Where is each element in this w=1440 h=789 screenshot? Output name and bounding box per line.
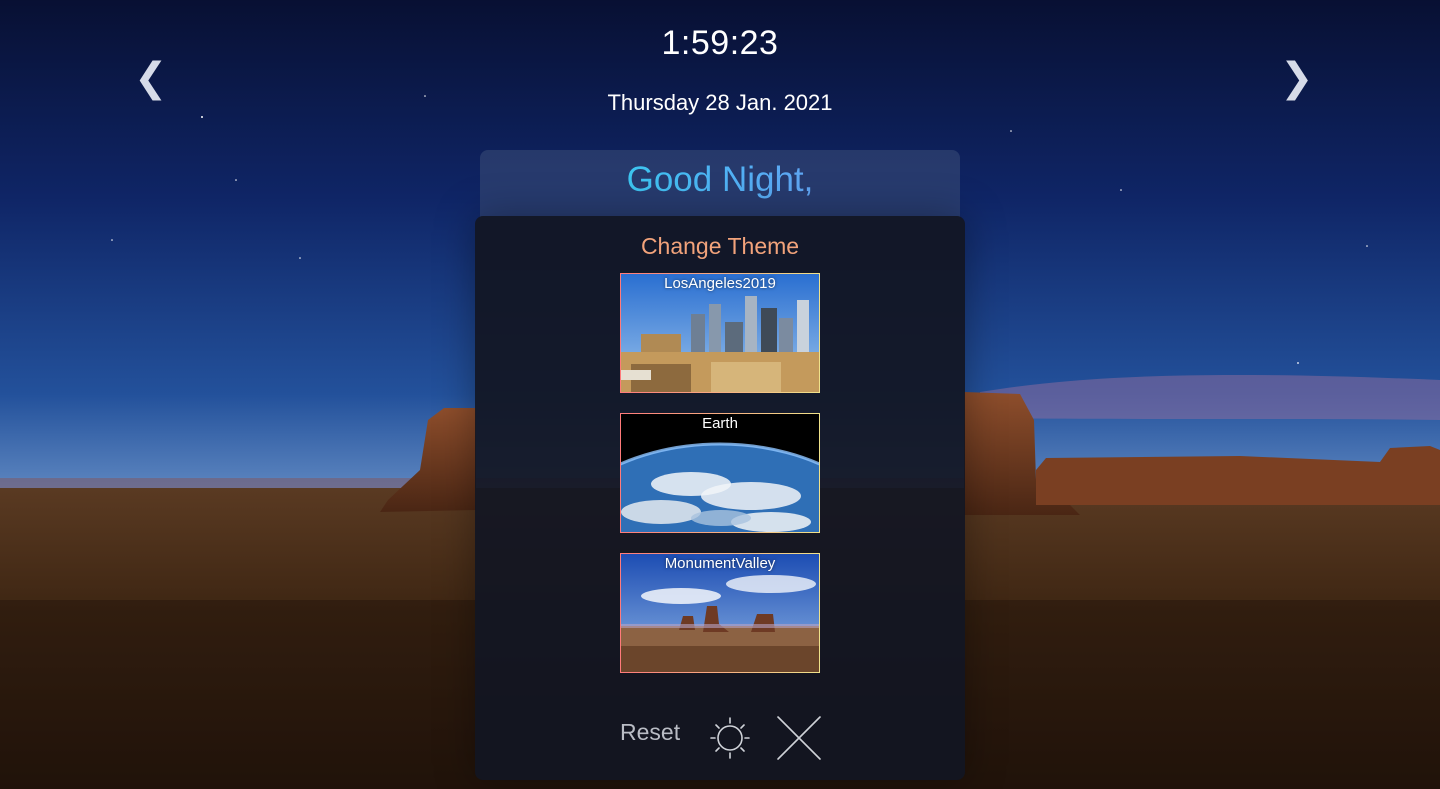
greeting-bar: Good Night, [480, 150, 960, 220]
theme-label: MonumentValley [664, 555, 776, 572]
chevron-right-icon[interactable]: ❯ [1280, 58, 1314, 98]
date-label: Thursday 28 Jan. 2021 [607, 90, 833, 115]
theme-card-earth[interactable]: Earth [620, 413, 820, 533]
clock-time: 1:59:23 [661, 24, 779, 62]
theme-label: Earth [702, 415, 738, 432]
theme-panel: Change Theme LosAngeles2019 Earth Monume… [475, 216, 965, 780]
chevron-left-icon[interactable]: ❮ [134, 58, 168, 98]
close-icon[interactable] [776, 715, 822, 761]
theme-card-losangeles[interactable]: LosAngeles2019 [620, 273, 820, 393]
reset-button[interactable]: Reset [620, 719, 680, 746]
panel-title: Change Theme [640, 233, 800, 259]
theme-label: LosAngeles2019 [664, 275, 776, 292]
theme-card-monumentvalley[interactable]: MonumentValley [620, 553, 820, 673]
greeting-text: Good Night, [480, 160, 960, 200]
sun-icon[interactable] [710, 716, 750, 760]
